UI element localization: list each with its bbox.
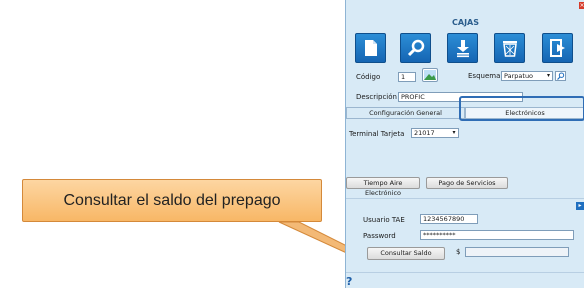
password-input[interactable]: **********	[420, 230, 574, 240]
new-document-icon	[364, 40, 377, 56]
tab-highlight	[459, 96, 584, 121]
esquema-label: Esquema	[468, 72, 501, 80]
codigo-label: Código	[356, 73, 381, 81]
new-button[interactable]	[355, 33, 386, 63]
save-icon	[456, 40, 469, 58]
search-icon	[407, 39, 424, 57]
footer-divider	[346, 272, 584, 273]
search-icon	[557, 72, 565, 80]
exit-button[interactable]	[542, 33, 573, 63]
section-divider	[346, 198, 584, 199]
terminal-label: Terminal Tarjeta	[349, 130, 405, 138]
window-title: CAJAS	[452, 18, 479, 27]
pago-servicios-button[interactable]: Pago de Servicios	[426, 177, 508, 189]
recycle-bin-icon	[502, 41, 517, 57]
search-button[interactable]	[400, 33, 431, 63]
usuario-input[interactable]: 1234567890	[420, 214, 478, 224]
currency-symbol: $	[456, 248, 461, 256]
tab-configuracion-general[interactable]: Configuración General	[346, 107, 465, 119]
saldo-output	[465, 247, 569, 257]
close-button[interactable]: ×	[579, 2, 584, 9]
help-icon[interactable]: ?	[346, 276, 360, 288]
image-button[interactable]	[422, 68, 438, 82]
picture-icon	[424, 70, 436, 80]
tiempo-aire-button[interactable]: Tiempo Aire Electrónico	[346, 177, 420, 197]
cajas-window: × CAJAS Código 1 Esquema Parpatuo ▾ Desc…	[345, 0, 584, 288]
panel-toggle-icon[interactable]: ▸	[576, 202, 584, 210]
save-button[interactable]	[447, 33, 478, 63]
esquema-search-button[interactable]	[555, 71, 566, 81]
codigo-input[interactable]: 1	[398, 72, 416, 82]
consultar-saldo-button[interactable]: Consultar Saldo	[367, 247, 445, 260]
chevron-down-icon: ▾	[452, 129, 456, 136]
descripcion-label: Descripción	[356, 93, 397, 101]
callout-label: Consultar el saldo del prepago	[22, 179, 322, 222]
chevron-down-icon: ▾	[546, 72, 550, 79]
usuario-label: Usuario TAE	[363, 216, 405, 224]
delete-button[interactable]	[494, 33, 525, 63]
exit-icon	[549, 39, 565, 57]
password-label: Password	[363, 232, 396, 240]
